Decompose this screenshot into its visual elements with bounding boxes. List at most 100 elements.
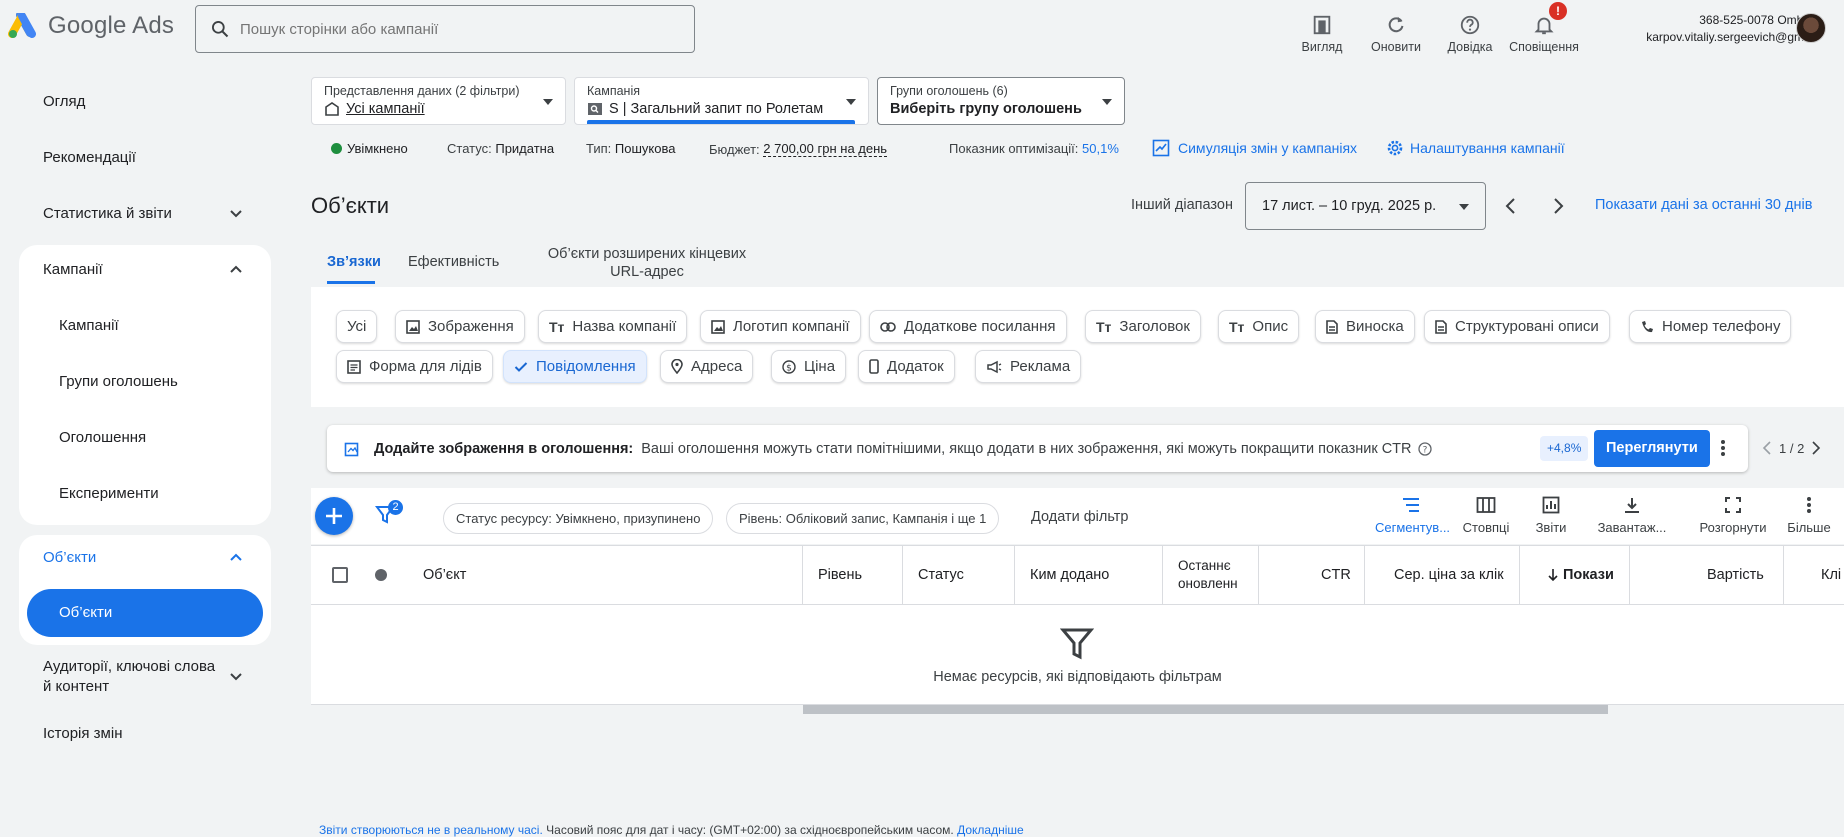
nav-stats[interactable]: Статистика й звіти	[43, 205, 172, 222]
account-info[interactable]: 368-525-0078 Ombra karpov.vitaliy.sergee…	[1600, 12, 1814, 46]
last-30-days-link[interactable]: Показати дані за останні 30 днів	[1595, 197, 1812, 213]
chevron-up-icon[interactable]	[228, 549, 244, 565]
chip-callout[interactable]: Виноска	[1315, 310, 1415, 343]
chevron-left-icon[interactable]	[1503, 196, 1519, 216]
campaign-selector[interactable]: Кампанія S | Загальний запит по Ролетам	[574, 77, 869, 125]
chip-images[interactable]: Зображення	[395, 310, 525, 343]
campaign-selector-value: S | Загальний запит по Ролетам	[609, 101, 824, 117]
adgroup-selector[interactable]: Групи оголошень (6) Виберіть групу оголо…	[877, 77, 1125, 125]
nav-recommendations[interactable]: Рекомендації	[43, 149, 136, 166]
chip-lead-form[interactable]: Форма для лідів	[336, 350, 493, 383]
segment-icon	[1403, 498, 1419, 512]
more-vert-icon[interactable]	[1720, 439, 1726, 457]
chip-message-selected[interactable]: Повідомлення	[503, 350, 647, 383]
appearance-button[interactable]: Вигляд	[1285, 2, 1359, 54]
chevron-right-icon[interactable]	[1550, 196, 1566, 216]
segment-tool[interactable]: Сегментув...	[1375, 496, 1451, 535]
nav-item-campaigns[interactable]: Кампанії	[59, 317, 119, 334]
col-avg-cpc[interactable]: Сер. ціна за клік	[1394, 546, 1504, 604]
nav-item-ads[interactable]: Оголошення	[59, 429, 146, 446]
col-ctr[interactable]: CTR	[1321, 546, 1351, 604]
more-tool[interactable]: Більше	[1784, 496, 1834, 535]
chevron-up-icon[interactable]	[228, 261, 244, 277]
tab-active-indicator	[327, 281, 375, 284]
tab-expanded-urls[interactable]: Об’єкти розширених кінцевих URL-адрес	[544, 245, 750, 281]
filter-chip-status[interactable]: Статус ресурсу: Увімкнено, призупинено	[443, 503, 714, 534]
chip-promotion[interactable]: Реклама	[975, 350, 1082, 383]
chip-app[interactable]: Додаток	[858, 350, 955, 383]
nav-assets-header[interactable]: Об’єкти	[43, 549, 96, 566]
chip-structured-snippets[interactable]: Структуровані описи	[1424, 310, 1610, 343]
refresh-button[interactable]: Оновити	[1359, 2, 1433, 54]
search-input[interactable]	[240, 20, 660, 38]
opt-value[interactable]: 50,1%	[1082, 141, 1119, 156]
filter-button[interactable]: 2	[375, 500, 403, 531]
nav-change-history[interactable]: Історія змін	[43, 725, 122, 742]
simulate-link[interactable]: Симуляція змін у кампаніях	[1152, 139, 1357, 157]
chip-sitelink[interactable]: Додаткове посилання	[869, 310, 1067, 343]
chip-price[interactable]: $ Ціна	[771, 350, 847, 383]
tab-performance[interactable]: Ефективність	[408, 254, 499, 270]
chip-all[interactable]: Усі	[336, 310, 378, 343]
nav-audiences[interactable]: Аудиторії, ключові слова й контент	[43, 657, 223, 697]
view-selector[interactable]: Представлення даних (2 фільтри) Усі камп…	[311, 77, 566, 125]
search-box[interactable]	[195, 5, 695, 53]
google-ads-logo[interactable]: Google Ads	[8, 12, 174, 40]
megaphone-icon	[987, 360, 1002, 373]
add-filter-link[interactable]: Додати фільтр	[1031, 509, 1128, 525]
nav-campaigns-header[interactable]: Кампанії	[43, 261, 103, 278]
campaign-settings-link[interactable]: Налаштування кампанії	[1386, 139, 1565, 157]
col-impressions[interactable]: Покази	[1547, 546, 1614, 604]
mobile-icon	[869, 359, 879, 374]
chevron-down-icon[interactable]	[228, 669, 244, 685]
add-button[interactable]	[315, 497, 353, 535]
chevron-right-icon[interactable]	[1811, 441, 1821, 455]
chip-headline[interactable]: Tт Заголовок	[1085, 310, 1201, 343]
nav-item-ad-groups[interactable]: Групи оголошень	[59, 373, 178, 390]
nav-overview[interactable]: Огляд	[43, 93, 85, 110]
col-asset[interactable]: Об’єкт	[423, 546, 466, 604]
chip-logo[interactable]: Логотип компанії	[700, 310, 861, 343]
footer-link-reports[interactable]: Звіти створюються не в реальному часі.	[319, 823, 543, 837]
chevron-down-icon[interactable]	[228, 206, 244, 222]
tab-links[interactable]: Зв’язки	[327, 254, 381, 270]
uplift-badge: +4,8%	[1540, 436, 1589, 461]
chevron-left-icon[interactable]	[1762, 441, 1772, 455]
footer-link-learn-more[interactable]: Докладніше	[957, 823, 1024, 837]
help-button[interactable]: Довідка	[1433, 2, 1507, 54]
chip-business-name[interactable]: Tт Назва компанії	[538, 310, 688, 343]
col-added-by[interactable]: Ким додано	[1030, 546, 1109, 604]
budget-label: Бюджет:	[709, 141, 760, 157]
review-button[interactable]: Переглянути	[1594, 430, 1710, 467]
more-vert-icon	[1807, 497, 1811, 513]
col-clicks[interactable]: Клі	[1821, 546, 1841, 604]
chip-lead-form-label: Форма для лідів	[369, 358, 482, 375]
notifications-button[interactable]: ! Сповіщення	[1507, 2, 1581, 54]
chip-description[interactable]: Tт Опис	[1218, 310, 1300, 343]
horizontal-scrollbar[interactable]	[803, 705, 1608, 714]
chip-location[interactable]: Адреса	[660, 350, 754, 383]
footer-timezone: Часовий пояс для дат і часу: (GMT+02:00)…	[546, 823, 954, 837]
campaign-status: Увімкнено	[331, 141, 408, 156]
help-icon[interactable]: ?	[1417, 441, 1432, 456]
col-level[interactable]: Рівень	[818, 546, 862, 604]
expand-tool[interactable]: Розгорнути	[1697, 496, 1769, 535]
segment-label: Сегментув...	[1375, 520, 1451, 535]
chip-promotion-label: Реклама	[1010, 358, 1071, 375]
avatar[interactable]	[1796, 13, 1826, 43]
col-cost[interactable]: Вартість	[1707, 546, 1764, 604]
nav-item-assets-active[interactable]: Об’єкти	[27, 589, 263, 637]
chip-phone[interactable]: Номер телефону	[1629, 310, 1792, 343]
download-tool[interactable]: Завантаж...	[1596, 496, 1668, 535]
column-divider	[1162, 546, 1163, 604]
col-last-updated[interactable]: Останнє оновленн	[1178, 546, 1238, 604]
date-range-picker[interactable]: 17 лист. – 10 груд. 2025 р.	[1245, 182, 1486, 230]
filter-chip-level[interactable]: Рівень: Обліковий запис, Кампанія і ще 1	[726, 503, 1000, 534]
nav-item-experiments[interactable]: Експерименти	[59, 485, 159, 502]
col-status[interactable]: Статус	[918, 546, 964, 604]
enabled-text: Увімкнено	[347, 141, 408, 156]
reports-tool[interactable]: Звіти	[1531, 496, 1571, 535]
budget-value[interactable]: 2 700,00 грн на день	[763, 141, 888, 157]
columns-tool[interactable]: Стовпці	[1461, 496, 1511, 535]
select-all-checkbox[interactable]	[332, 546, 348, 604]
